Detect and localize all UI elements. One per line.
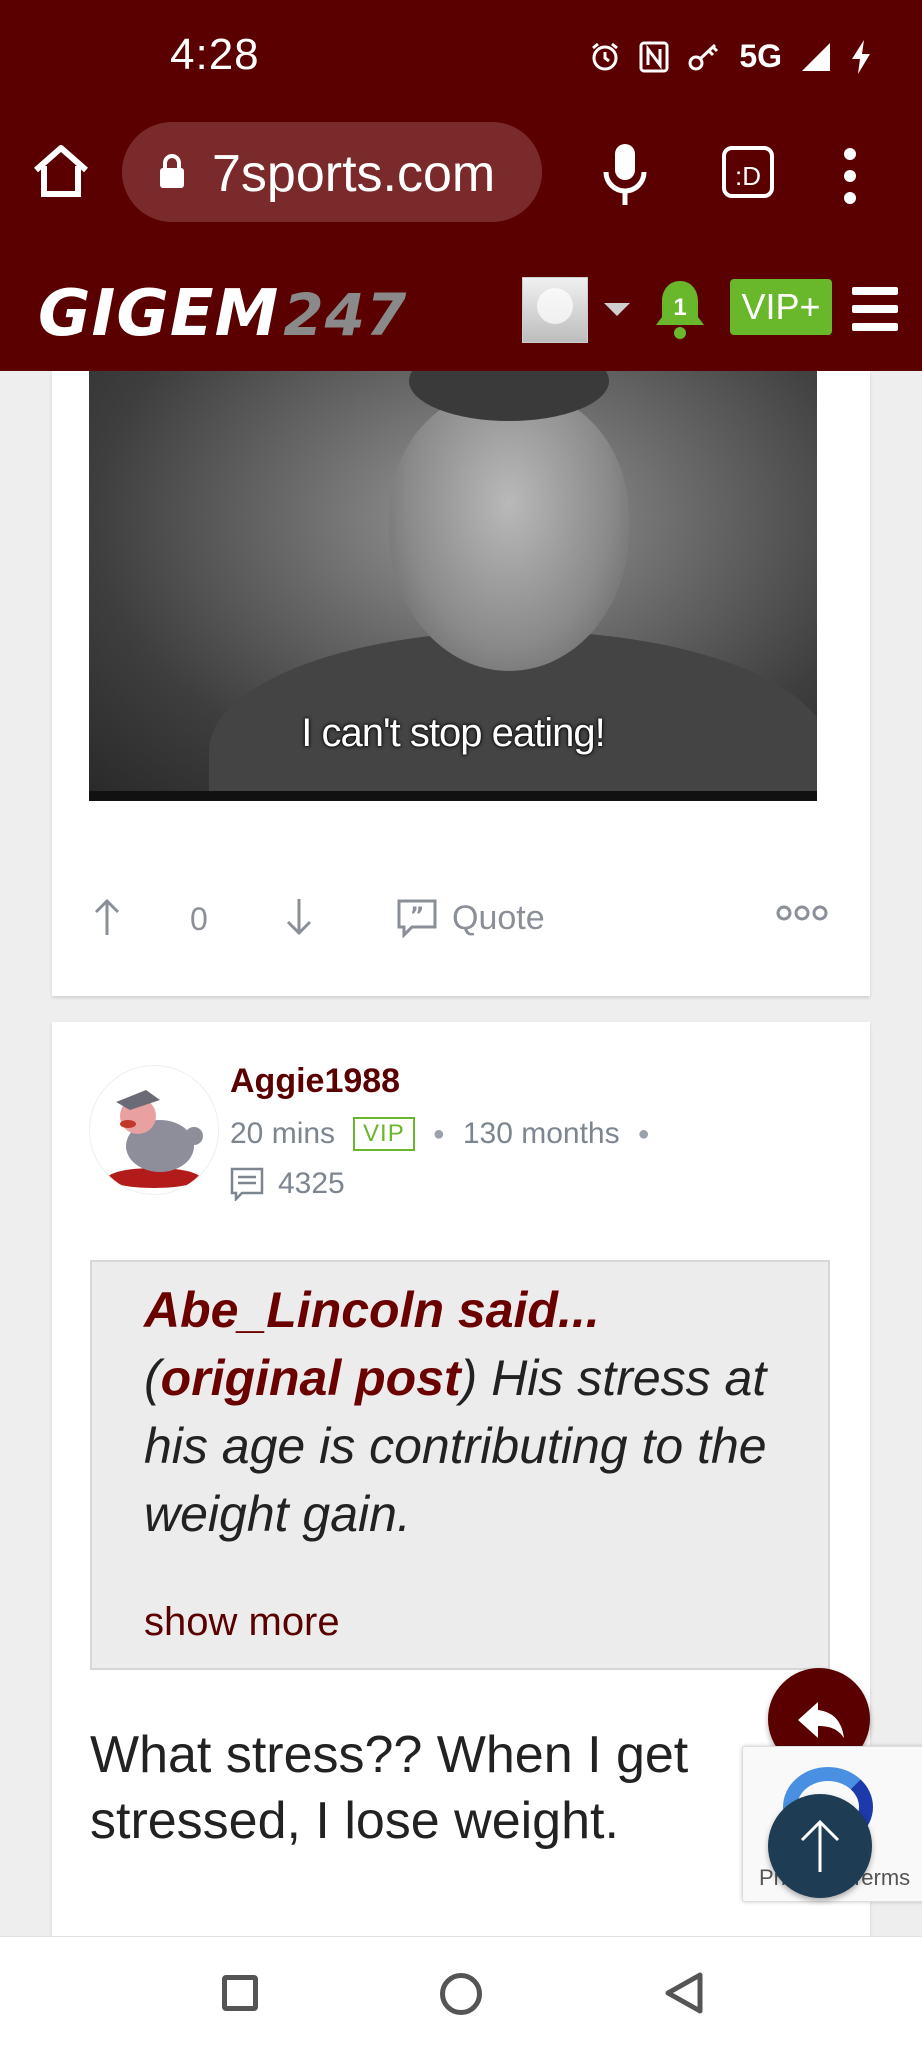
home-circle-icon[interactable] bbox=[440, 1973, 482, 2015]
lock-icon bbox=[160, 154, 184, 188]
poster-username[interactable]: Aggie1988 bbox=[230, 1062, 400, 1101]
notification-bell-icon[interactable]: 1 bbox=[652, 275, 708, 345]
post-body: What stress?? When I get stressed, I los… bbox=[90, 1726, 689, 1850]
alarm-icon bbox=[592, 42, 619, 70]
show-more-link[interactable]: show more bbox=[144, 1600, 340, 1645]
gif-caption: I can't stop eating! bbox=[301, 711, 605, 755]
logo-number: 247 bbox=[283, 281, 408, 349]
quote-block: Abe_Lincoln said... (original post) His … bbox=[90, 1260, 830, 1670]
vip-badge: VIP bbox=[353, 1117, 415, 1151]
status-icons: 5G bbox=[589, 38, 872, 75]
site-logo[interactable]: GIGEM247 bbox=[38, 277, 407, 351]
post-count: 4325 bbox=[278, 1167, 345, 1200]
more-vertical-icon[interactable] bbox=[840, 146, 860, 206]
downvote-arrow-icon[interactable] bbox=[284, 897, 314, 937]
nfc-icon bbox=[639, 41, 669, 72]
status-time: 4:28 bbox=[170, 30, 260, 79]
site-header: GIGEM247 1 VIP+ bbox=[0, 265, 922, 371]
post-count-row: 4325 bbox=[230, 1167, 345, 1201]
upvote-arrow-icon[interactable] bbox=[92, 897, 122, 937]
member-tenure: 130 months bbox=[462, 1117, 620, 1150]
separator-dot: ● bbox=[432, 1122, 445, 1145]
tab-switcher-button[interactable]: :D bbox=[722, 146, 774, 198]
quote-icon: ” bbox=[397, 899, 437, 938]
poster-avatar[interactable] bbox=[90, 1066, 218, 1194]
quoted-text: Abe_Lincoln said... (original post) His … bbox=[144, 1276, 784, 1548]
logo-text: GIGEM bbox=[38, 277, 280, 351]
post-meta: 20 mins VIP ● 130 months ● bbox=[230, 1117, 650, 1151]
posts-icon bbox=[230, 1167, 264, 1201]
url-text: 7sports.com bbox=[212, 145, 496, 203]
status-bar: 4:28 5G bbox=[0, 0, 922, 110]
home-icon[interactable] bbox=[30, 140, 92, 202]
vip-plus-button[interactable]: VIP+ bbox=[730, 279, 832, 335]
chevron-down-icon[interactable] bbox=[604, 303, 630, 316]
post-time: 20 mins bbox=[230, 1117, 336, 1150]
scroll-to-top-button[interactable] bbox=[768, 1794, 872, 1898]
post-card: I can't stop eating! 0 ” Quote bbox=[52, 371, 870, 996]
cartoon-mascot-icon bbox=[108, 1090, 203, 1188]
signal-icon bbox=[802, 42, 830, 71]
hamburger-menu-icon[interactable] bbox=[852, 287, 898, 331]
user-avatar[interactable] bbox=[522, 277, 588, 343]
notification-count: 1 bbox=[673, 294, 686, 321]
back-icon[interactable] bbox=[662, 1971, 706, 2015]
vote-count: 0 bbox=[190, 901, 208, 937]
browser-toolbar: 7sports.com :D bbox=[0, 110, 922, 265]
network-label: 5G bbox=[739, 38, 782, 74]
charging-icon bbox=[852, 39, 870, 74]
original-post-link[interactable]: original post bbox=[161, 1350, 461, 1406]
quote-button[interactable]: ” Quote bbox=[396, 893, 545, 943]
address-bar[interactable]: 7sports.com bbox=[122, 122, 542, 222]
post-actions: 0 ” Quote bbox=[52, 891, 870, 971]
recents-icon[interactable] bbox=[222, 1975, 258, 2011]
quoted-author[interactable]: Abe_Lincoln said... bbox=[144, 1282, 600, 1338]
quote-label: Quote bbox=[452, 898, 545, 937]
more-options-icon[interactable] bbox=[775, 903, 829, 923]
svg-text:”: ” bbox=[410, 904, 424, 929]
arrow-up-icon bbox=[800, 1819, 840, 1872]
key-icon bbox=[688, 43, 719, 70]
microphone-icon[interactable] bbox=[600, 142, 650, 208]
quoted-open-paren: ( bbox=[144, 1350, 161, 1406]
post-gif[interactable]: I can't stop eating! bbox=[89, 371, 817, 801]
system-nav-bar bbox=[0, 1936, 922, 2049]
separator-dot: ● bbox=[637, 1122, 650, 1145]
